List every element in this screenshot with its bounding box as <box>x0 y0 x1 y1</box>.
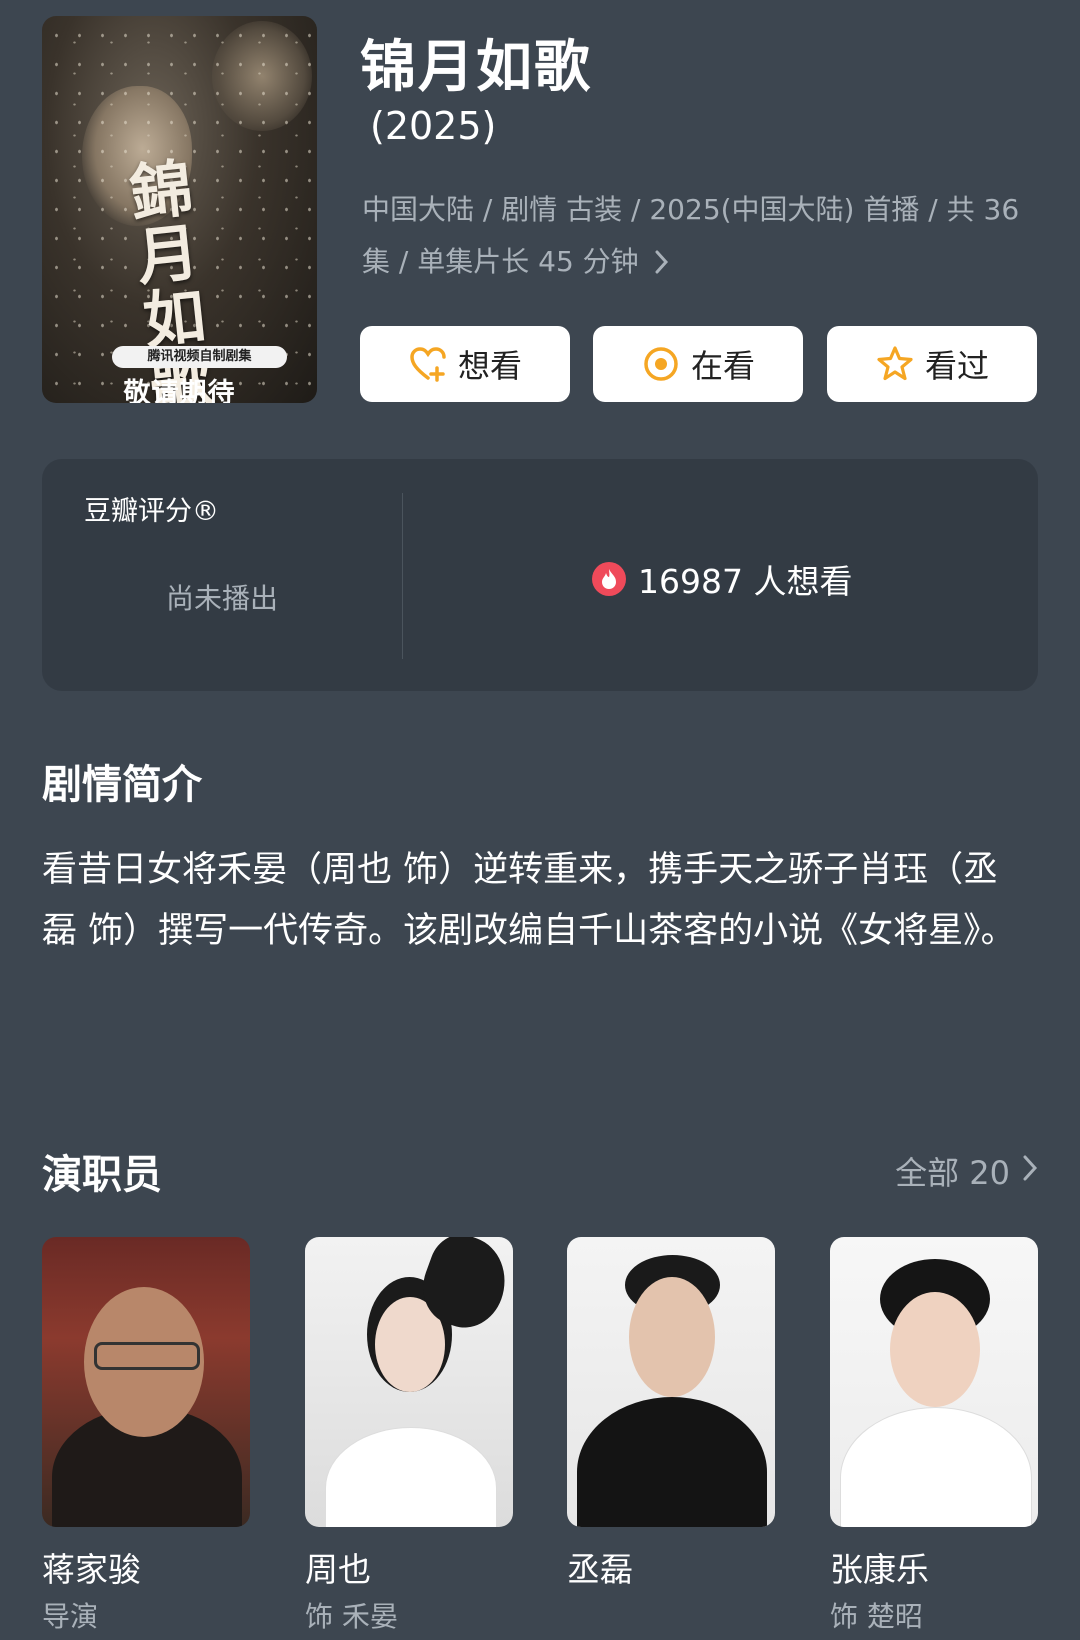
synopsis-title: 剧情简介 <box>42 762 202 808</box>
meta-text: 中国大陆 / 剧情 古装 / 2025(中国大陆) 首播 / 共 36集 / 单… <box>362 193 1020 278</box>
page-title: 锦月如歌 <box>360 35 592 100</box>
meta-info[interactable]: 中国大陆 / 剧情 古装 / 2025(中国大陆) 首播 / 共 36集 / 单… <box>362 184 1022 288</box>
watching-button[interactable]: 在看 <box>593 326 803 402</box>
rating-divider <box>402 493 403 659</box>
release-year: (2025) <box>370 104 497 148</box>
watching-label: 在看 <box>690 347 755 385</box>
cast-photo <box>567 1237 775 1527</box>
want-count-text: 16987 人想看 <box>638 562 853 601</box>
cast-role: 饰 禾晏 <box>305 1600 398 1633</box>
cast-name: 丞磊 <box>567 1550 633 1589</box>
cast-title: 演职员 <box>42 1152 162 1198</box>
cast-name: 张康乐 <box>830 1550 929 1589</box>
poster-image[interactable]: 錦月如歌 腾讯视频自制剧集 敬请期待 <box>42 16 317 403</box>
cast-card[interactable]: 蒋家骏 导演 <box>42 1237 250 1635</box>
cast-card[interactable]: 张康乐 饰 楚昭 <box>830 1237 1038 1635</box>
cast-name: 蒋家骏 <box>42 1550 141 1589</box>
synopsis-text[interactable]: 看昔日女将禾晏（周也 饰）逆转重来，携手天之骄子肖珏（丞磊 饰）撰写一代传奇。该… <box>42 840 1032 962</box>
cast-photo <box>305 1237 513 1527</box>
cast-photo <box>830 1237 1038 1527</box>
chevron-right-icon <box>1022 1152 1038 1190</box>
rating-card[interactable]: 豆瓣评分® 尚未播出 16987 人想看 <box>42 459 1038 691</box>
rating-status: 尚未播出 <box>165 582 278 615</box>
want-count[interactable]: 16987 人想看 <box>592 555 852 603</box>
want-button[interactable]: 想看 <box>360 326 570 402</box>
want-label: 想看 <box>457 347 522 385</box>
fire-icon <box>592 562 626 596</box>
poster-cta: 敬请期待 <box>123 378 236 403</box>
cast-name: 周也 <box>305 1550 371 1589</box>
target-icon <box>641 344 681 384</box>
chevron-right-icon <box>645 245 670 278</box>
douban-rating-label: 豆瓣评分® <box>84 496 219 527</box>
cast-role: 饰 楚昭 <box>830 1600 923 1633</box>
cast-card[interactable]: 丞磊 <box>567 1237 775 1595</box>
cast-all-label: 全部 20 <box>895 1154 1010 1192</box>
cast-photo <box>42 1237 250 1527</box>
cast-all-link[interactable]: 全部 20 <box>895 1148 1038 1194</box>
cast-role: 导演 <box>42 1600 99 1633</box>
poster-tag: 腾讯视频自制剧集 <box>112 346 287 368</box>
cast-card[interactable]: 周也 饰 禾晏 <box>305 1237 513 1635</box>
watched-button[interactable]: 看过 <box>827 326 1037 402</box>
watched-label: 看过 <box>924 347 989 385</box>
heart-plus-icon <box>408 344 448 384</box>
star-icon <box>875 344 915 384</box>
